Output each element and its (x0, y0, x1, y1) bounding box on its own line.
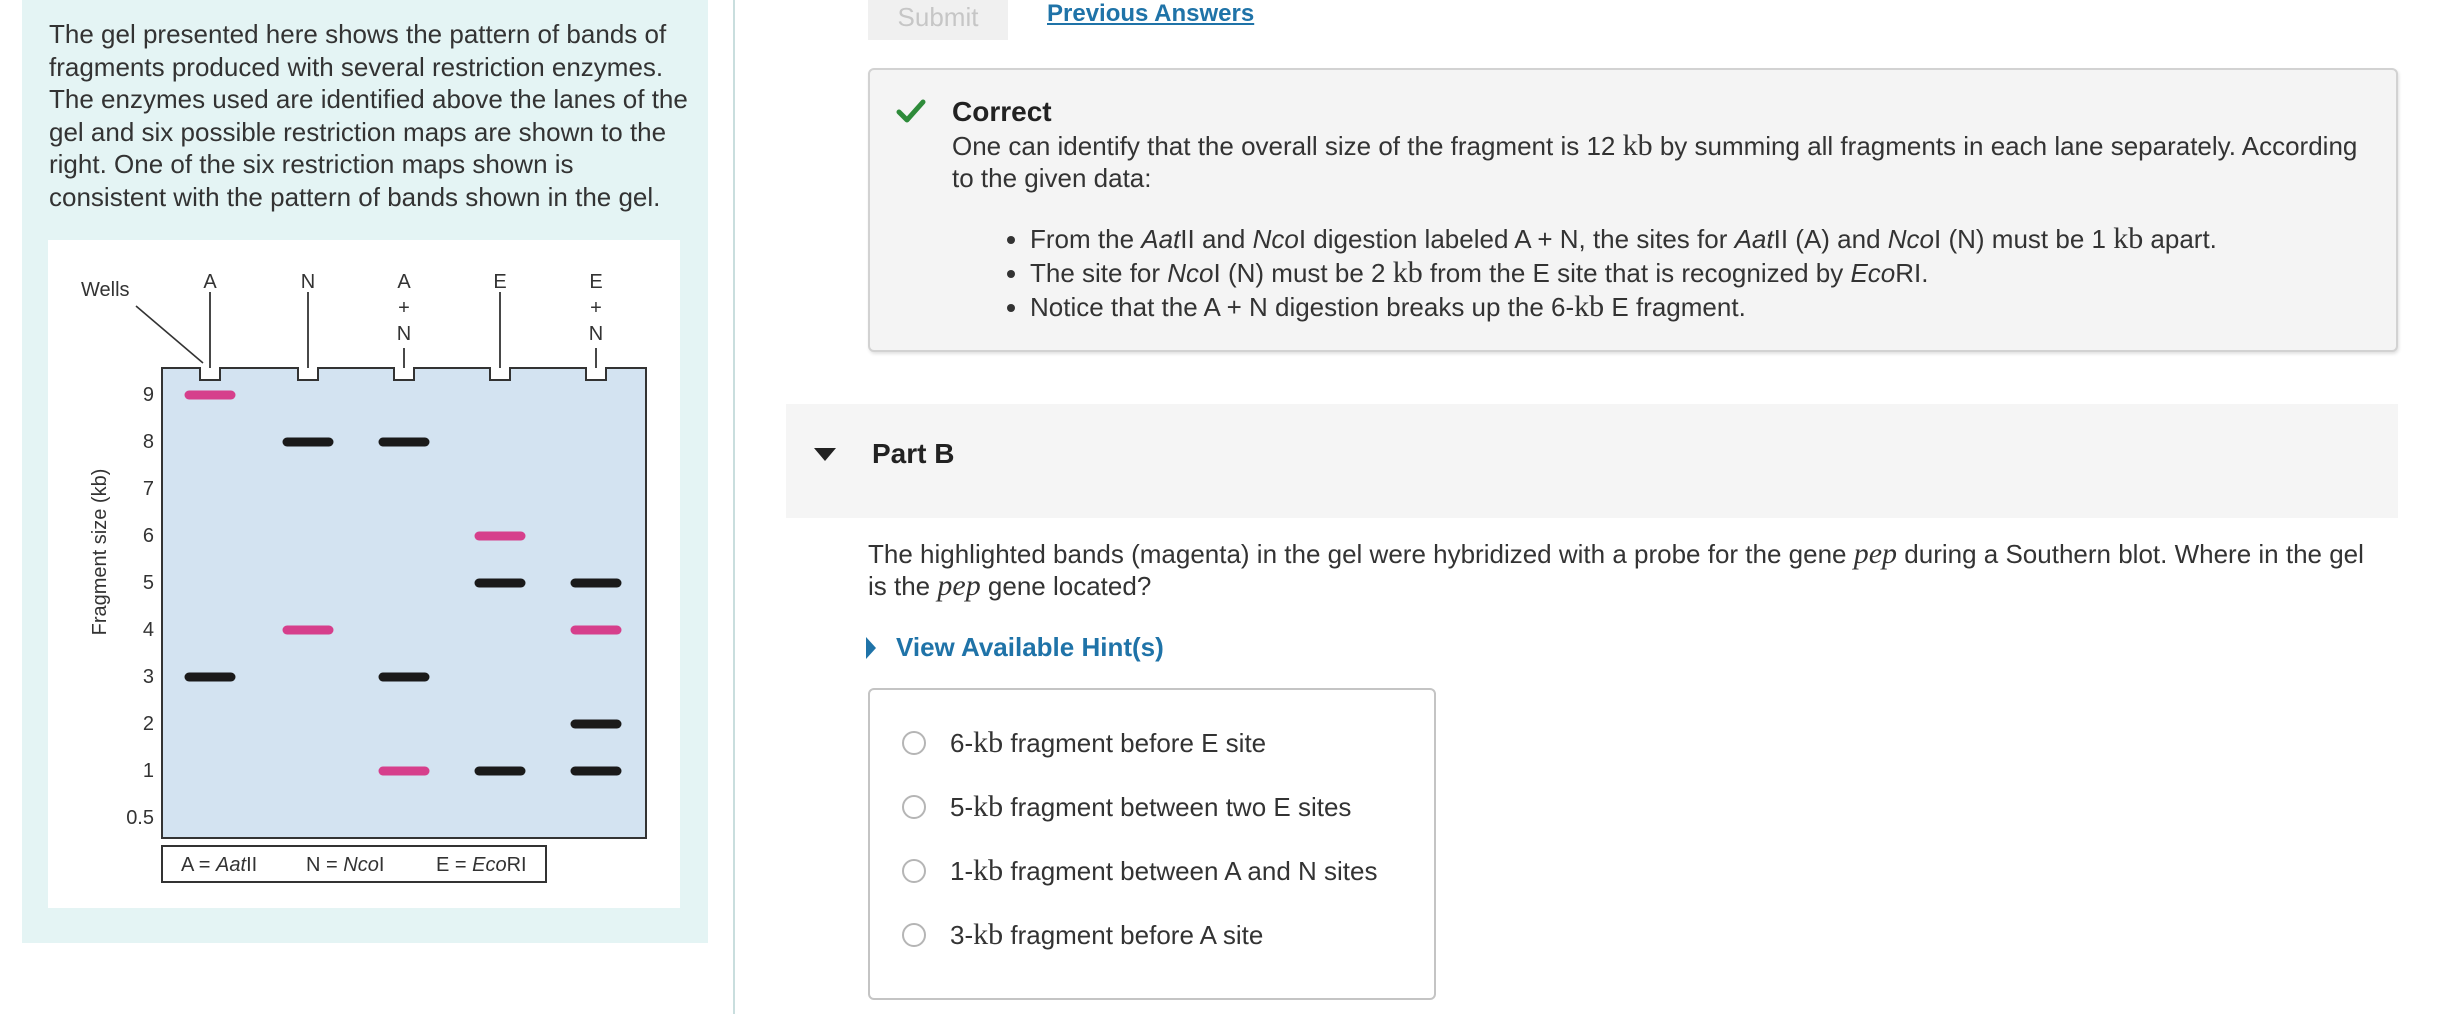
feedback-bullet: Notice that the A + N digestion breaks u… (1030, 290, 2217, 324)
hint-toggle[interactable]: View Available Hint(s) (866, 632, 1164, 663)
wells-label: Wells (81, 279, 130, 301)
y-tick: 3 (143, 666, 154, 688)
gel-figure: Wells A N A + N E E + N Fragment size (k… (48, 240, 680, 908)
submit-button[interactable]: Submit (868, 0, 1008, 40)
option-label: 6-kb fragment before E site (950, 726, 1267, 759)
y-tick: 4 (143, 619, 154, 641)
legend-ncoi: N = NcoI (306, 854, 384, 876)
hint-label[interactable]: View Available Hint(s) (896, 632, 1164, 663)
option-label: 5-kb fragment between two E sites (950, 790, 1352, 823)
feedback-bullet: From the AatII and NcoI digestion labele… (1030, 222, 2217, 256)
lane-label-a: A (203, 271, 217, 293)
legend-aatii: A = AatII (181, 854, 257, 876)
answer-options: 6-kb fragment before E site 5-kb fragmen… (868, 688, 1436, 1000)
part-b-header[interactable]: Part B (786, 404, 2398, 518)
gel-diagram: Wells A N A + N E E + N Fragment size (k… (81, 271, 647, 883)
lane-label-n: N (301, 271, 315, 293)
y-tick: 1 (143, 760, 154, 782)
feedback-title: Correct (952, 96, 1052, 127)
answer-option[interactable]: 6-kb fragment before E site (902, 726, 1266, 760)
option-label: 3-kb fragment before A site (950, 918, 1264, 951)
lane-label-a-plus-n: + (398, 297, 410, 319)
radio-button[interactable] (902, 859, 926, 883)
checkmark-icon (896, 99, 926, 123)
y-tick: 6 (143, 525, 154, 547)
y-axis-label: Fragment size (kb) (89, 469, 111, 636)
feedback-text: One can identify that the overall size o… (952, 129, 2358, 194)
y-tick: 2 (143, 713, 154, 735)
option-label: 1-kb fragment between A and N sites (950, 854, 1378, 887)
answer-option[interactable]: 5-kb fragment between two E sites (902, 790, 1351, 824)
legend-ecori: E = EcoRI (436, 854, 527, 876)
lane-label-e: E (493, 271, 506, 293)
intro-text: The gel presented here shows the pattern… (49, 19, 688, 212)
radio-button[interactable] (902, 923, 926, 947)
lane-label-e-plus-n: N (589, 323, 603, 345)
lane-label-a-plus-n: N (397, 323, 411, 345)
part-title: Part B (872, 438, 955, 469)
lane-label-a-plus-n: A (397, 271, 411, 293)
y-tick: 9 (143, 384, 154, 406)
question-text: The highlighted bands (magenta) in the g… (868, 537, 2364, 602)
panel-divider (733, 0, 735, 1014)
radio-button[interactable] (902, 731, 926, 755)
feedback-box: Correct One can identify that the overal… (868, 68, 2398, 352)
y-tick: 5 (143, 572, 154, 594)
wells-pointer (135, 305, 204, 364)
answer-option[interactable]: 3-kb fragment before A site (902, 918, 1263, 952)
lane-label-e-plus-n: E (589, 271, 602, 293)
radio-button[interactable] (902, 795, 926, 819)
y-tick: 0.5 (126, 807, 154, 829)
feedback-list: From the AatII and NcoI digestion labele… (1030, 222, 2217, 324)
previous-answers-link[interactable]: Previous Answers (1047, 0, 1254, 28)
problem-panel: The gel presented here shows the pattern… (22, 0, 708, 943)
expand-triangle-icon (866, 636, 876, 659)
y-tick: 8 (143, 431, 154, 453)
answer-option[interactable]: 1-kb fragment between A and N sites (902, 854, 1377, 888)
lane-label-e-plus-n: + (590, 297, 602, 319)
y-tick: 7 (143, 478, 154, 500)
feedback-bullet: The site for NcoI (N) must be 2 kb from … (1030, 256, 2217, 290)
collapse-triangle-icon[interactable] (814, 448, 836, 461)
